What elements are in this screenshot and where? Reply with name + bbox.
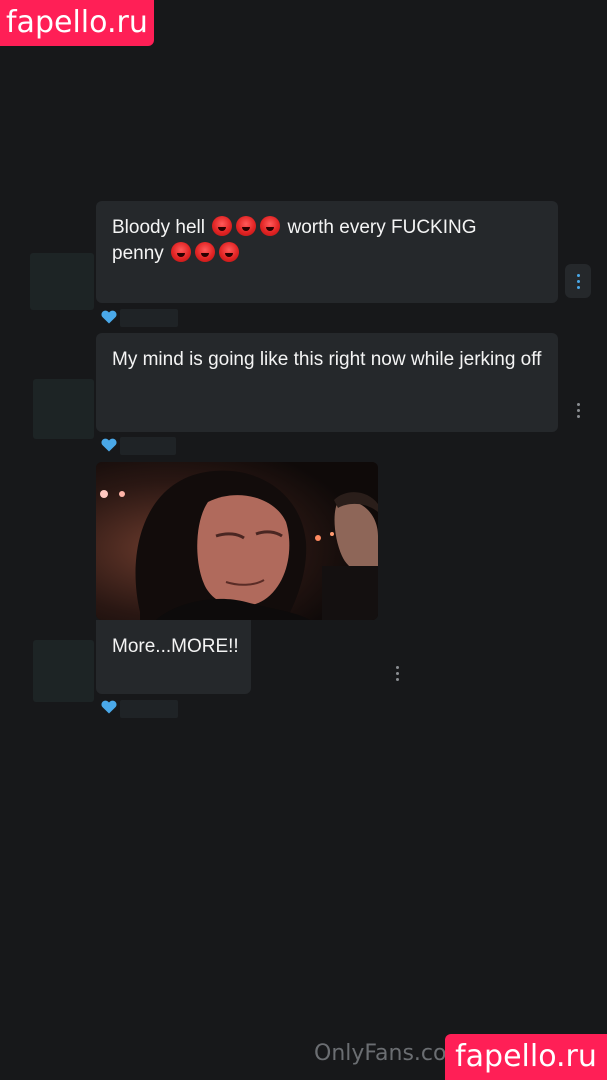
watermark-bottom: fapello.ru: [445, 1034, 607, 1080]
message-bubble: My mind is going like this right now whi…: [96, 333, 558, 432]
message-timestamp: [120, 437, 176, 455]
avatar[interactable]: [30, 253, 94, 310]
site-watermark-text: OnlyFans.co: [314, 1041, 447, 1066]
enraged-face-icon: [260, 216, 281, 236]
heart-icon[interactable]: [101, 310, 117, 324]
watermark-top: fapello.ru: [0, 0, 154, 46]
enraged-face-icon: [236, 216, 257, 236]
message-text: Bloody hell: [112, 217, 205, 238]
message-text: worth every FUCKING: [287, 217, 477, 238]
message-timestamp: [120, 700, 178, 718]
enraged-face-icon: [171, 242, 192, 262]
more-vertical-icon[interactable]: [395, 666, 399, 681]
message-timestamp: [120, 309, 178, 327]
gif-image[interactable]: [96, 462, 378, 620]
media-preview: [96, 462, 378, 620]
more-vertical-icon: [576, 273, 580, 289]
avatar[interactable]: [33, 640, 94, 702]
more-vertical-icon[interactable]: [576, 403, 580, 418]
heart-icon[interactable]: [101, 438, 117, 452]
enraged-face-icon: [212, 216, 233, 236]
message-text: My mind is going like this right now whi…: [112, 349, 542, 370]
enraged-face-icon: [219, 242, 240, 262]
message-options-button[interactable]: [565, 264, 591, 298]
heart-icon[interactable]: [101, 700, 117, 714]
message-bubble: More...MORE!!: [96, 620, 251, 694]
message-bubble: Bloody hell worth every FUCKING penny: [96, 201, 558, 303]
enraged-face-icon: [195, 242, 216, 262]
avatar[interactable]: [33, 379, 94, 439]
message-text: penny: [112, 243, 164, 264]
message-text: More...MORE!!: [112, 636, 239, 657]
